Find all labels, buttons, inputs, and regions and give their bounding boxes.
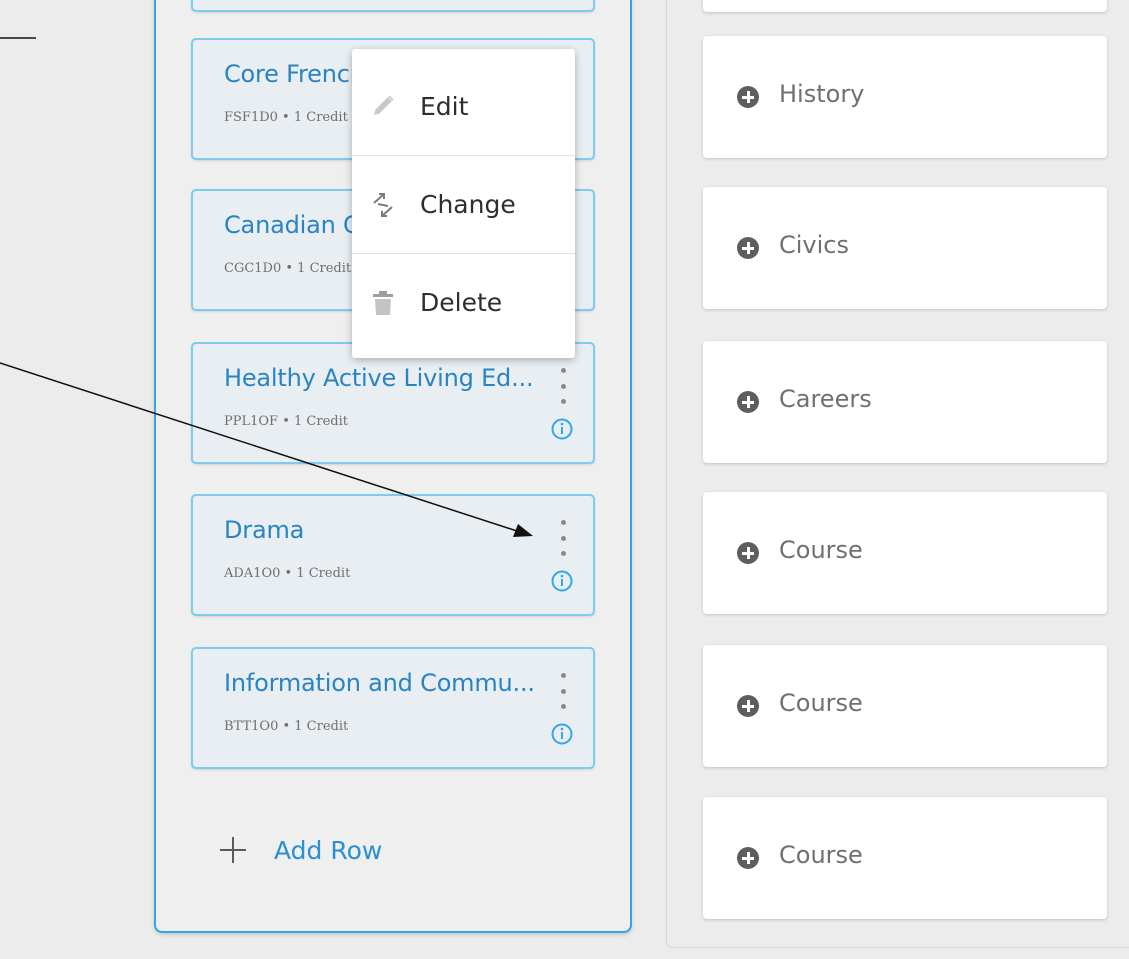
kebab-menu-icon[interactable] [558, 520, 568, 556]
add-circle-icon [737, 237, 759, 259]
course-title: Information and Commu... [224, 669, 535, 697]
course-card-information-communication[interactable]: Information and Commu... BTT1O0 • 1 Cred… [191, 647, 595, 769]
course-meta: CGC1D0 • 1 Credit [224, 261, 352, 276]
plus-icon [218, 835, 248, 865]
menu-item-delete[interactable]: Delete [352, 253, 575, 351]
menu-item-label: Edit [420, 91, 469, 121]
course-slot-civics[interactable]: Civics [703, 187, 1107, 309]
info-icon[interactable] [551, 418, 573, 440]
info-icon[interactable] [551, 723, 573, 745]
slot-label: History [779, 80, 865, 108]
course-title: Core French [224, 60, 365, 88]
course-context-menu: Edit Change Delete [352, 49, 575, 358]
menu-item-change[interactable]: Change [352, 155, 575, 253]
course-slot-careers[interactable]: Careers [703, 341, 1107, 463]
menu-item-label: Delete [420, 288, 503, 317]
course-slot-course-3[interactable]: Course [703, 797, 1107, 919]
course-title: Drama [224, 516, 305, 544]
kebab-menu-icon[interactable] [558, 673, 568, 709]
course-slot-course-1[interactable]: Course [703, 492, 1107, 614]
kebab-menu-icon[interactable] [558, 368, 568, 404]
add-circle-icon [737, 86, 759, 108]
add-circle-icon [737, 695, 759, 717]
course-card-drama[interactable]: Drama ADA1O0 • 1 Credit [191, 494, 595, 616]
course-meta: FSF1D0 • 1 Credit [224, 110, 348, 125]
course-slot-partial[interactable] [703, 0, 1107, 12]
pencil-icon [366, 89, 400, 123]
course-meta: ADA1O0 • 1 Credit [224, 566, 351, 581]
course-card-partial[interactable] [191, 0, 595, 12]
course-meta: BTT1O0 • 1 Credit [224, 719, 349, 734]
add-row-label: Add Row [274, 835, 383, 865]
slot-label: Course [779, 841, 863, 869]
course-meta: PPL1OF • 1 Credit [224, 414, 348, 429]
course-card-healthy-active-living[interactable]: Healthy Active Living Ed... PPL1OF • 1 C… [191, 342, 595, 464]
info-icon[interactable] [551, 570, 573, 592]
add-row-button[interactable]: Add Row [218, 830, 382, 870]
add-circle-icon [737, 847, 759, 869]
course-title: Healthy Active Living Ed... [224, 364, 534, 392]
course-planner-view: Core French FSF1D0 • 1 Credit Canadian G… [0, 0, 1129, 959]
add-circle-icon [737, 542, 759, 564]
slot-label: Course [779, 689, 863, 717]
slot-label: Careers [779, 385, 872, 413]
course-slot-history[interactable]: History [703, 36, 1107, 158]
trash-icon [366, 286, 400, 320]
slot-label: Civics [779, 231, 849, 259]
add-circle-icon [737, 391, 759, 413]
swap-arrows-icon [366, 188, 400, 222]
menu-item-label: Change [420, 190, 516, 219]
menu-item-edit[interactable]: Edit [352, 57, 575, 155]
course-slot-course-2[interactable]: Course [703, 645, 1107, 767]
slot-label: Course [779, 536, 863, 564]
